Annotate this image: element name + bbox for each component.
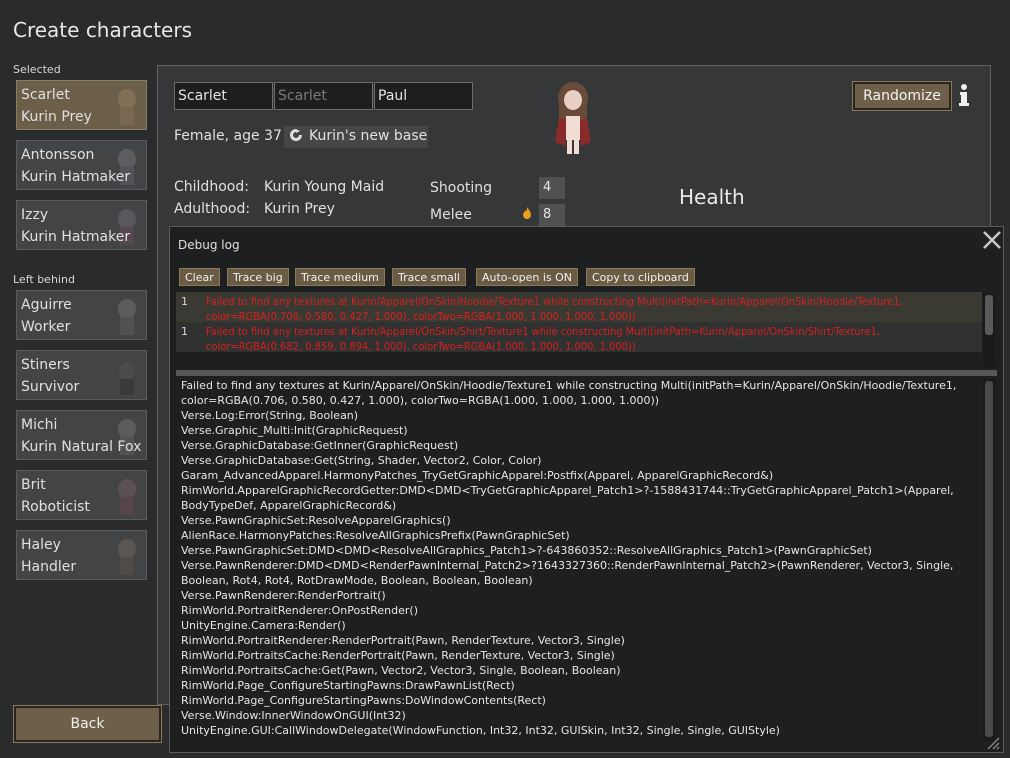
stack-trace-line: RimWorld.PortraitRenderer:RenderPortrait… xyxy=(181,634,625,647)
pawn-title: Kurin Prey xyxy=(21,109,92,125)
pawn-title: Worker xyxy=(21,319,71,335)
selected-section-label: Selected xyxy=(13,63,61,76)
stack-trace-line: RimWorld.Page_ConfigureStartingPawns:Dra… xyxy=(181,679,515,692)
pawn-title: Kurin Natural Fox xyxy=(21,439,142,455)
stack-trace-line: Verse.Window:InnerWindowOnGUI(Int32) xyxy=(181,709,406,722)
passion-flame-icon xyxy=(523,207,531,219)
last-name-field[interactable]: Paul xyxy=(374,82,473,110)
stack-trace-text: Failed to find any textures at Kurin/App… xyxy=(181,378,981,738)
stack-trace-line: Verse.PawnGraphicSet:ResolveApparelGraph… xyxy=(181,514,451,527)
pawn-name: Aguirre xyxy=(21,297,72,313)
faction-icon xyxy=(290,129,302,141)
gender-age-label: Female, age 37 xyxy=(174,128,282,144)
copy-to-clipboard-button[interactable]: Copy to clipboard xyxy=(586,268,695,286)
stack-trace-line: Verse.PawnRenderer:RenderPortrait() xyxy=(181,589,386,602)
pawn-card-left-3[interactable]: Brit Roboticist xyxy=(16,470,147,520)
character-portrait xyxy=(555,82,591,154)
pawn-name: Brit xyxy=(21,477,46,493)
pawn-name: Izzy xyxy=(21,207,49,223)
stack-trace-scroll-thumb[interactable] xyxy=(985,381,993,737)
left-behind-section-label: Left behind xyxy=(13,273,75,286)
stack-trace-line: UnityEngine.Camera:Render() xyxy=(181,619,346,632)
clear-button[interactable]: Clear xyxy=(179,268,220,286)
childhood-value[interactable]: Kurin Young Maid xyxy=(264,179,384,195)
debug-message-list: 1 Failed to find any textures at Kurin/A… xyxy=(176,292,982,354)
message-count: 1 xyxy=(181,295,188,308)
faction-name: Kurin's new base xyxy=(309,128,428,144)
adulthood-label: Adulthood: xyxy=(174,201,251,217)
skill-shooting-value: 4 xyxy=(539,177,565,199)
stack-trace-line: RimWorld.Page_ConfigureStartingPawns:DoW… xyxy=(181,694,546,707)
trace-big-button[interactable]: Trace big xyxy=(227,268,289,286)
randomize-button[interactable]: Randomize xyxy=(852,81,952,111)
message-text: Failed to find any textures at Kurin/App… xyxy=(206,325,880,353)
health-heading: Health xyxy=(679,185,745,209)
stack-trace-line: RimWorld.PortraitsCache:Get(Pawn, Vector… xyxy=(181,664,621,677)
pawn-name: Haley xyxy=(21,537,61,553)
stack-trace-line: RimWorld.PortraitRenderer:OnPostRender() xyxy=(181,604,418,617)
trace-medium-button[interactable]: Trace medium xyxy=(295,268,385,286)
close-icon[interactable] xyxy=(981,229,1003,251)
stack-trace-line: Verse.PawnGraphicSet:DMD<DMD<ResolveAllG… xyxy=(181,544,872,557)
auto-open-toggle[interactable]: Auto-open is ON xyxy=(476,268,579,286)
stack-trace-line: UnityEngine.GUI:CallWindowDelegate(Windo… xyxy=(181,724,780,737)
log-divider[interactable] xyxy=(176,370,997,376)
childhood-label: Childhood: xyxy=(174,179,249,195)
back-button[interactable]: Back xyxy=(13,705,162,743)
stack-trace-line: RimWorld.PortraitsCache:RenderPortrait(P… xyxy=(181,649,615,662)
pawn-card-selected-0[interactable]: Scarlet Kurin Prey xyxy=(16,80,147,130)
pawn-card-selected-1[interactable]: Antonsson Kurin Hatmaker xyxy=(16,140,147,190)
pawn-title: Handler xyxy=(21,559,77,575)
trace-small-button[interactable]: Trace small xyxy=(392,268,466,286)
skill-shooting-label: Shooting xyxy=(430,180,493,196)
pawn-title: Kurin Hatmaker xyxy=(21,229,131,245)
pawn-card-left-0[interactable]: Aguirre Worker xyxy=(16,290,147,340)
debug-message-row[interactable]: 1 Failed to find any textures at Kurin/A… xyxy=(176,292,982,323)
faction-button[interactable]: Kurin's new base xyxy=(284,126,428,148)
pawn-title: Roboticist xyxy=(21,499,90,515)
pawn-name: Stiners xyxy=(21,357,70,373)
debug-message-row[interactable]: 1 Failed to find any textures at Kurin/A… xyxy=(176,322,982,353)
pawn-title: Kurin Hatmaker xyxy=(21,169,131,185)
pawn-card-left-1[interactable]: Stiners Survivor xyxy=(16,350,147,400)
skill-melee-value: 8 xyxy=(539,204,565,226)
pawn-card-left-4[interactable]: Haley Handler xyxy=(16,530,147,580)
stack-trace-line: Verse.GraphicDatabase:Get(String, Shader… xyxy=(181,454,542,467)
stack-trace-line: Failed to find any textures at Kurin/App… xyxy=(181,379,957,407)
page-title: Create characters xyxy=(13,18,193,42)
stack-trace-line: Verse.Log:Error(String, Boolean) xyxy=(181,409,359,422)
first-name-field[interactable]: Scarlet xyxy=(174,82,273,110)
message-text: Failed to find any textures at Kurin/App… xyxy=(206,295,903,323)
pawn-name: Scarlet xyxy=(21,87,70,103)
stack-trace-line: Verse.PawnRenderer:DMD<DMD<RenderPawnInt… xyxy=(181,559,954,587)
message-count: 1 xyxy=(181,325,188,338)
pawn-card-selected-2[interactable]: Izzy Kurin Hatmaker xyxy=(16,200,147,250)
adulthood-value[interactable]: Kurin Prey xyxy=(264,201,335,217)
stack-trace-line: Verse.GraphicDatabase:GetInner(GraphicRe… xyxy=(181,439,459,452)
nickname-field[interactable]: Scarlet xyxy=(274,82,373,110)
debug-log-title: Debug log xyxy=(178,238,240,252)
pawn-card-left-2[interactable]: Michi Kurin Natural Fox xyxy=(16,410,147,460)
stack-trace-line: Garam_AdvancedApparel.HarmonyPatches_Try… xyxy=(181,469,774,482)
pawn-title: Survivor xyxy=(21,379,80,395)
pawn-name: Antonsson xyxy=(21,147,95,163)
stack-trace-line: Verse.Graphic_Multi:Init(GraphicRequest) xyxy=(181,424,408,437)
stack-trace-line: AlienRace.HarmonyPatches:ResolveAllGraph… xyxy=(181,529,570,542)
resize-handle-icon[interactable] xyxy=(984,734,1000,750)
skill-melee-label: Melee xyxy=(430,207,472,223)
info-icon[interactable] xyxy=(955,83,973,107)
stack-trace-line: RimWorld.ApparelGraphicRecordGetter:DMD<… xyxy=(181,484,954,512)
pawn-name: Michi xyxy=(21,417,58,433)
message-list-scroll-thumb[interactable] xyxy=(985,295,993,335)
